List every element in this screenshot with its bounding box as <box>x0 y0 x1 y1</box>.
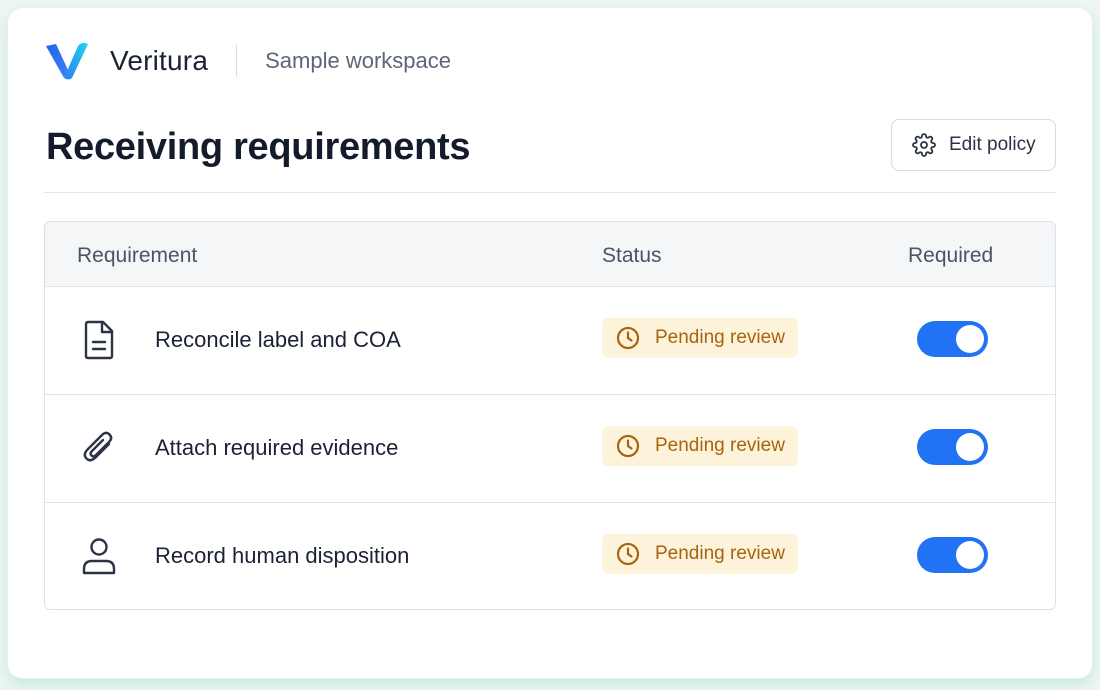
status-text: Pending review <box>655 543 785 564</box>
toggle-knob <box>956 325 984 353</box>
requirement-label: Attach required evidence <box>155 435 399 460</box>
app-window: Veritura Sample workspace Receiving requ… <box>8 8 1092 678</box>
workspace-name[interactable]: Sample workspace <box>265 48 451 74</box>
header-divider <box>236 45 238 77</box>
required-toggle[interactable] <box>917 537 988 573</box>
required-toggle[interactable] <box>917 429 988 465</box>
column-header-requirement: Requirement <box>77 244 198 267</box>
page-title: Receiving requirements <box>46 126 471 168</box>
clock-icon <box>616 434 640 458</box>
status-badge: Pending review <box>602 318 798 358</box>
requirements-table: Requirement Status Required Reconcile la… <box>44 221 1056 610</box>
edit-policy-button[interactable]: Edit policy <box>891 119 1056 171</box>
requirement-label: Reconcile label and COA <box>155 327 401 352</box>
table-row: Attach required evidence Pending review <box>45 395 1055 503</box>
requirement-label: Record human disposition <box>155 543 410 568</box>
gear-icon <box>912 133 936 157</box>
column-header-required: Required <box>908 244 994 267</box>
status-badge: Pending review <box>602 426 798 466</box>
clock-icon <box>616 326 640 350</box>
status-badge: Pending review <box>602 534 798 574</box>
status-text: Pending review <box>655 327 785 348</box>
document-icon <box>84 320 114 360</box>
paperclip-icon <box>83 431 113 462</box>
required-toggle[interactable] <box>917 321 988 357</box>
title-divider <box>44 192 1056 193</box>
column-header-status: Status <box>602 244 662 267</box>
status-text: Pending review <box>655 435 785 456</box>
brand-name: Veritura <box>110 45 209 76</box>
table-header: Requirement Status Required <box>45 222 1055 287</box>
brand-header: Veritura Sample workspace <box>44 38 451 84</box>
toggle-knob <box>956 541 984 569</box>
edit-policy-label: Edit policy <box>949 134 1036 155</box>
clock-icon <box>616 542 640 566</box>
toggle-knob <box>956 433 984 461</box>
veritura-logo-icon <box>46 42 88 80</box>
person-icon <box>82 538 116 575</box>
table-row: Reconcile label and COA Pending review <box>45 287 1055 395</box>
table-row: Record human disposition Pending review <box>45 503 1055 608</box>
